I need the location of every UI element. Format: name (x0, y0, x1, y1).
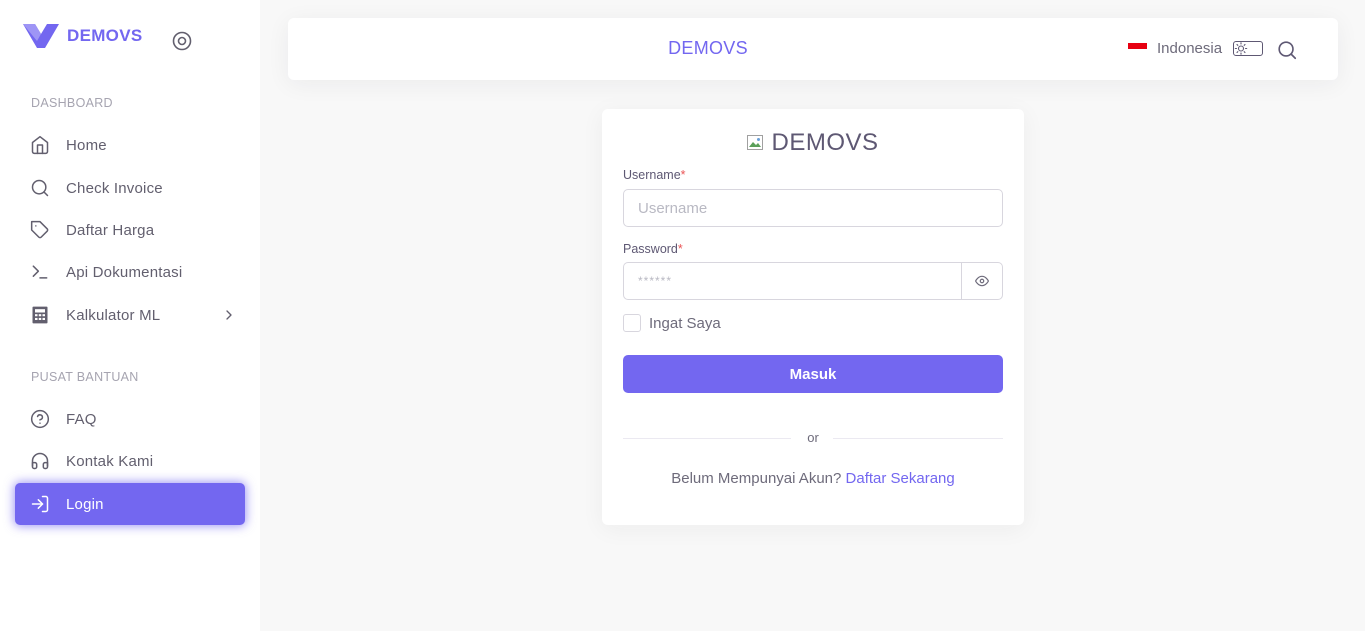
sidebar: DEMOVS DASHBOARD Home Check Invoice Daft… (0, 0, 260, 631)
password-group (623, 262, 1003, 300)
language-label: Indonesia (1157, 40, 1223, 57)
calculator-icon (30, 305, 50, 325)
required-mark: * (680, 168, 686, 182)
sidebar-item-label: Api Dokumentasi (66, 263, 183, 281)
eye-icon (975, 275, 989, 287)
sidebar-item-home[interactable]: Home (15, 124, 245, 166)
signup-prompt: Belum Mempunyai Akun? Daftar Sekarang (602, 470, 1024, 487)
chevron-right-icon (226, 310, 232, 320)
section-header-dashboard: DASHBOARD (31, 96, 113, 110)
brand-logo-icon (23, 24, 59, 48)
sidebar-item-label: Kontak Kami (66, 452, 154, 470)
sidebar-item-daftar-harga[interactable]: Daftar Harga (15, 209, 245, 251)
login-submit-button[interactable]: Masuk (623, 355, 1003, 393)
remember-me-label: Ingat Saya (649, 314, 721, 332)
search-icon (30, 178, 50, 198)
theme-toggle[interactable] (1233, 41, 1263, 56)
sidebar-item-label: Check Invoice (66, 179, 163, 197)
log-in-icon (30, 494, 50, 514)
login-title: DEMOVS (602, 129, 1024, 157)
password-input[interactable] (623, 262, 961, 300)
sidebar-item-label: Kalkulator ML (66, 306, 161, 324)
language-selector[interactable]: Indonesia (1128, 40, 1222, 57)
toggle-password-visibility[interactable] (961, 262, 1003, 300)
broken-image-icon (747, 135, 764, 150)
username-input[interactable] (623, 189, 1003, 227)
username-label: Username* (623, 168, 686, 182)
section-header-pusat-bantuan: PUSAT BANTUAN (31, 370, 139, 384)
brand-name: DEMOVS (67, 26, 143, 45)
home-icon (30, 135, 50, 155)
sidebar-item-label: FAQ (66, 410, 97, 428)
headphones-icon (30, 451, 50, 471)
sidebar-item-api-dokumentasi[interactable]: Api Dokumentasi (15, 251, 245, 293)
tag-icon (30, 220, 50, 240)
sidebar-item-kontak-kami[interactable]: Kontak Kami (15, 440, 245, 482)
remember-me-checkbox[interactable] (623, 314, 641, 332)
sidebar-item-label: Home (66, 136, 107, 154)
divider: or (623, 430, 1003, 445)
sidebar-item-faq[interactable]: FAQ (15, 398, 245, 440)
terminal-icon (30, 262, 50, 282)
navbar-title: DEMOVS (668, 38, 748, 58)
sidebar-item-check-invoice[interactable]: Check Invoice (15, 167, 245, 209)
remember-me[interactable]: Ingat Saya (623, 314, 721, 332)
signup-link[interactable]: Daftar Sekarang (846, 470, 955, 487)
sidebar-item-label: Login (66, 495, 104, 513)
search-icon[interactable] (1276, 39, 1298, 61)
collapse-toggle-icon[interactable] (172, 31, 192, 51)
top-navbar: DEMOVS Indonesia (288, 18, 1338, 80)
sidebar-item-login[interactable]: Login (15, 483, 245, 525)
signup-prompt-text: Belum Mempunyai Akun? (671, 470, 842, 487)
brand[interactable]: DEMOVS (23, 24, 142, 48)
help-circle-icon (30, 409, 50, 429)
sidebar-item-kalkulator-ml[interactable]: Kalkulator ML (15, 294, 245, 336)
indonesia-flag-icon (1128, 42, 1147, 55)
login-card: DEMOVS Username* Password* Ingat Saya Ma… (602, 109, 1024, 525)
required-mark: * (677, 242, 683, 256)
sun-icon (1234, 42, 1248, 55)
sidebar-item-label: Daftar Harga (66, 221, 155, 239)
login-title-text: DEMOVS (771, 129, 879, 156)
password-label: Password* (623, 242, 683, 256)
